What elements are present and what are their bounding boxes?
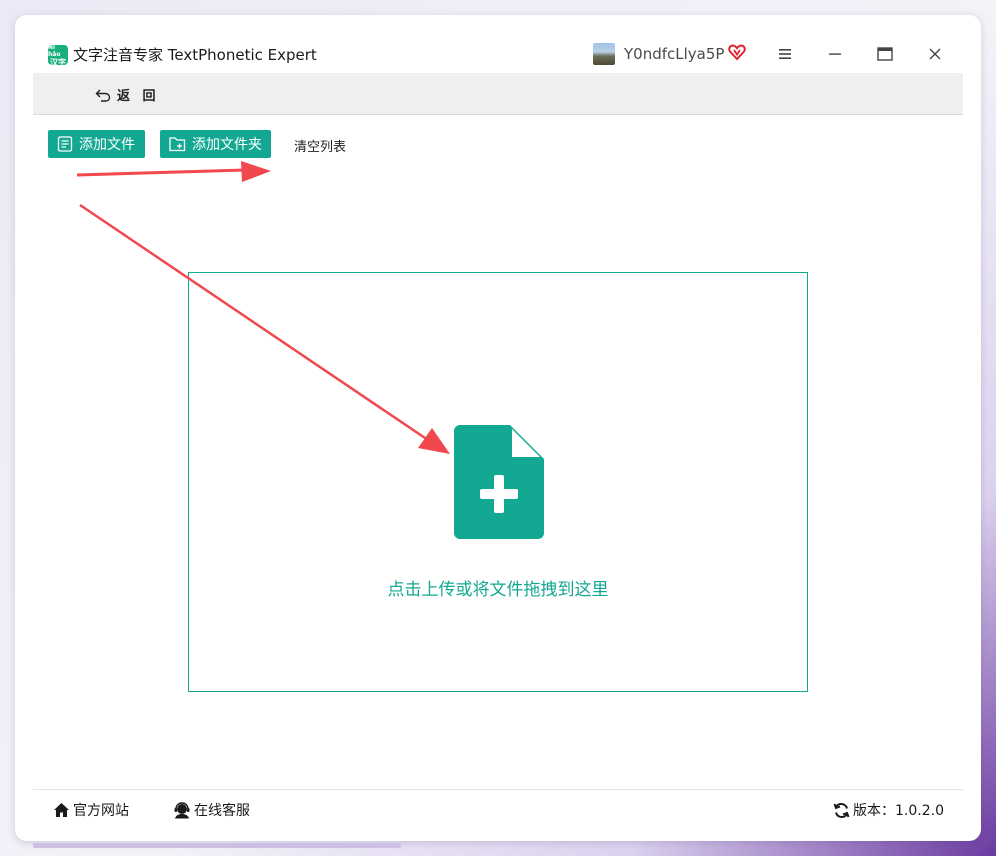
- app-title: 文字注音专家 TextPhonetic Expert: [73, 46, 317, 64]
- home-icon: [54, 803, 69, 817]
- maximize-button[interactable]: [872, 41, 898, 67]
- app-window: Nǐ hǎo 汉字 文字注音专家 TextPhonetic Expert Y0n…: [15, 15, 981, 841]
- close-icon: [929, 48, 941, 60]
- version-label: 版本：1.0.2.0: [853, 803, 944, 819]
- status-bar: 官方网站 在线客服 版本：1.0.2.0: [33, 789, 963, 828]
- user-avatar[interactable]: [593, 43, 615, 65]
- add-folder-icon: [169, 137, 186, 152]
- file-plus-icon: [454, 425, 544, 539]
- add-file-label: 添加文件: [79, 137, 135, 153]
- upload-dropzone[interactable]: 点击上传或将文件拖拽到这里: [188, 272, 808, 692]
- hamburger-icon: [779, 49, 791, 59]
- refresh-icon[interactable]: [833, 802, 850, 819]
- minimize-button[interactable]: [822, 41, 848, 67]
- add-folder-button[interactable]: 添加文件夹: [160, 130, 271, 158]
- title-bar: Nǐ hǎo 汉字 文字注音专家 TextPhonetic Expert Y0n…: [15, 15, 981, 73]
- username[interactable]: Y0ndfcLlya5P: [624, 44, 724, 64]
- menu-button[interactable]: [772, 41, 798, 67]
- online-service-link[interactable]: 在线客服: [173, 800, 250, 820]
- back-arrow-icon: [95, 89, 111, 102]
- vip-heart-icon[interactable]: [728, 43, 746, 61]
- back-button[interactable]: 返 回: [95, 85, 160, 104]
- add-folder-label: 添加文件夹: [192, 137, 262, 153]
- add-file-icon: [57, 136, 73, 152]
- online-service-label: 在线客服: [194, 803, 250, 819]
- maximize-icon: [877, 47, 893, 61]
- back-label: 返 回: [117, 89, 160, 104]
- minimize-icon: [829, 53, 841, 55]
- taskbar-hint: [33, 843, 401, 848]
- official-site-label: 官方网站: [73, 803, 129, 819]
- dropzone-label: 点击上传或将文件拖拽到这里: [387, 580, 609, 600]
- close-button[interactable]: [922, 41, 948, 67]
- add-file-button[interactable]: 添加文件: [48, 130, 145, 158]
- version-info: 版本：1.0.2.0: [833, 800, 944, 820]
- clear-list-button[interactable]: 清空列表: [294, 136, 346, 155]
- nav-bar: 返 回: [33, 73, 963, 115]
- app-logo: Nǐ hǎo 汉字: [48, 43, 68, 67]
- customer-service-icon: [174, 801, 190, 818]
- official-site-link[interactable]: 官方网站: [53, 800, 129, 820]
